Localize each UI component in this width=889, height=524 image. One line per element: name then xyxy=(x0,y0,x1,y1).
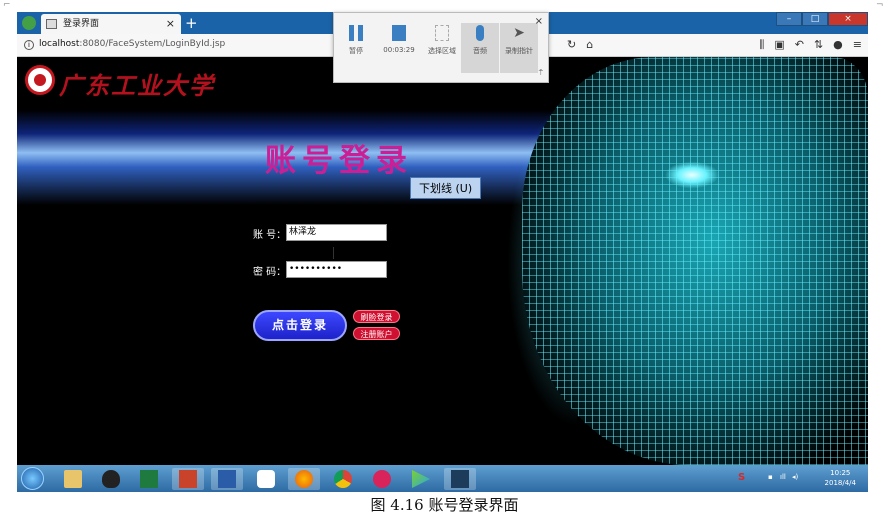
tab-login[interactable]: 登录界面 × xyxy=(41,14,181,34)
reload-icon[interactable]: ↻ xyxy=(567,38,576,51)
taskbar-player[interactable] xyxy=(405,468,437,490)
face-login-button[interactable]: 刷脸登录 xyxy=(353,310,400,323)
screenshot: ⌐ ¬ 登录界面 × + – □ × i localhost:8080/Face… xyxy=(0,0,889,524)
pause-button[interactable]: 暂停 xyxy=(337,25,375,56)
pause-icon xyxy=(349,25,363,41)
play-icon xyxy=(412,470,430,488)
corner-mark: ¬ xyxy=(876,0,884,10)
excel-icon xyxy=(140,470,158,488)
stop-button[interactable]: 00:03:29 xyxy=(380,25,418,54)
taskbar-recorder[interactable] xyxy=(444,468,476,490)
back-icon[interactable]: ↶ xyxy=(795,38,804,52)
microphone-icon xyxy=(476,25,484,41)
minimize-button[interactable]: – xyxy=(776,12,802,26)
wireframe-face-image xyxy=(522,57,868,465)
sidebar-icon[interactable]: ▣ xyxy=(774,38,784,52)
clock[interactable]: 10:25 2018/4/4 xyxy=(825,468,856,488)
sogou-icon[interactable]: S xyxy=(738,472,745,483)
chat-icon[interactable]: ● xyxy=(833,38,843,52)
recording-time: 00:03:29 xyxy=(383,46,415,54)
text-cursor xyxy=(333,247,341,259)
windows-taskbar: S ▪ ıll ◂) 10:25 2018/4/4 xyxy=(17,465,868,492)
screen-recorder-toolbar: 暂停 00:03:29 选择区域 音频 ➤ 录制指针 × ⍑ xyxy=(333,12,549,83)
clock-time: 10:25 xyxy=(830,469,851,477)
login-page: 广东工业大学 账号登录 下划线 (U) 账 号： 林泽龙 密 码： ••••••… xyxy=(17,57,868,465)
password-label: 密 码： xyxy=(253,267,287,278)
record-cursor-label: 录制指针 xyxy=(505,47,533,55)
folder-icon xyxy=(64,470,82,488)
university-name: 广东工业大学 xyxy=(59,71,215,100)
close-recorder-icon[interactable]: × xyxy=(535,16,543,27)
select-area-button[interactable]: 选择区域 xyxy=(423,25,461,56)
record-cursor-button[interactable]: ➤ 录制指针 xyxy=(500,23,538,73)
home-icon[interactable]: ⌂ xyxy=(586,38,593,51)
url-path: :8080/FaceSystem/LoginById.jsp xyxy=(79,39,226,49)
url-host: localhost xyxy=(39,39,80,49)
cloud-icon xyxy=(257,470,275,488)
start-button[interactable] xyxy=(21,467,44,490)
taskbar-chrome[interactable] xyxy=(327,468,359,490)
window-controls: – □ × xyxy=(776,12,868,26)
taskbar-excel[interactable] xyxy=(133,468,165,490)
signal-icon[interactable]: ıll xyxy=(780,473,786,481)
taskbar-firefox[interactable] xyxy=(288,468,320,490)
clock-date: 2018/4/4 xyxy=(824,479,856,487)
screenshot-icon[interactable]: ⇅ xyxy=(814,38,823,52)
underline-tooltip: 下划线 (U) xyxy=(410,177,482,199)
library-icon[interactable]: ⫼ xyxy=(759,38,764,52)
volume-icon[interactable]: ◂) xyxy=(792,473,798,481)
xiuxiu-icon xyxy=(373,470,391,488)
powerpoint-icon xyxy=(179,470,197,488)
reload-group: ↻ ⌂ xyxy=(567,38,593,51)
cursor-icon: ➤ xyxy=(513,25,525,41)
close-tab-icon[interactable]: × xyxy=(166,14,175,34)
taskbar-qq[interactable] xyxy=(95,468,127,490)
recorder-app-icon xyxy=(451,470,469,488)
page-title: 账号登录 xyxy=(265,143,413,179)
taskbar-word[interactable] xyxy=(211,468,243,490)
taskbar-powerpoint[interactable] xyxy=(172,468,204,490)
university-logo xyxy=(25,65,55,95)
pause-label: 暂停 xyxy=(349,47,363,55)
password-input[interactable]: •••••••••• xyxy=(286,261,387,278)
maximize-button[interactable]: □ xyxy=(802,12,828,26)
qq-icon xyxy=(102,470,120,488)
account-input[interactable]: 林泽龙 xyxy=(286,224,387,241)
register-button[interactable]: 注册账户 xyxy=(353,327,400,340)
toolbar-icons: ⫼ ▣ ↶ ⇅ ● ≡ xyxy=(759,38,862,52)
select-area-icon xyxy=(435,25,449,41)
page-icon xyxy=(46,19,57,29)
address-bar[interactable]: localhost:8080/FaceSystem/LoginById.jsp xyxy=(39,39,225,49)
select-area-label: 选择区域 xyxy=(428,47,456,55)
menu-icon[interactable]: ≡ xyxy=(853,38,862,52)
info-icon[interactable]: i xyxy=(24,40,34,50)
audio-label: 音频 xyxy=(473,47,487,55)
tab-title: 登录界面 xyxy=(63,19,100,29)
login-button[interactable]: 点击登录 xyxy=(253,310,347,341)
word-icon xyxy=(218,470,236,488)
wechat-icon[interactable] xyxy=(22,16,36,30)
system-tray: S ▪ ıll ◂) 10:25 2018/4/4 xyxy=(728,465,868,492)
chrome-icon xyxy=(334,470,352,488)
account-label: 账 号： xyxy=(253,230,287,241)
figure-caption: 图 4.16 账号登录界面 xyxy=(370,496,519,514)
pin-icon[interactable]: ⍑ xyxy=(539,69,543,78)
taskbar-explorer[interactable] xyxy=(57,468,89,490)
audio-button[interactable]: 音频 xyxy=(461,23,499,73)
new-tab-button[interactable]: + xyxy=(185,12,198,34)
close-window-button[interactable]: × xyxy=(828,12,868,26)
corner-mark: ⌐ xyxy=(3,0,11,10)
firefox-icon xyxy=(295,470,313,488)
stop-icon xyxy=(392,25,406,41)
network-icon[interactable]: ▪ xyxy=(768,473,773,481)
taskbar-baidu[interactable] xyxy=(250,468,282,490)
taskbar-xiuxiu[interactable] xyxy=(366,468,398,490)
